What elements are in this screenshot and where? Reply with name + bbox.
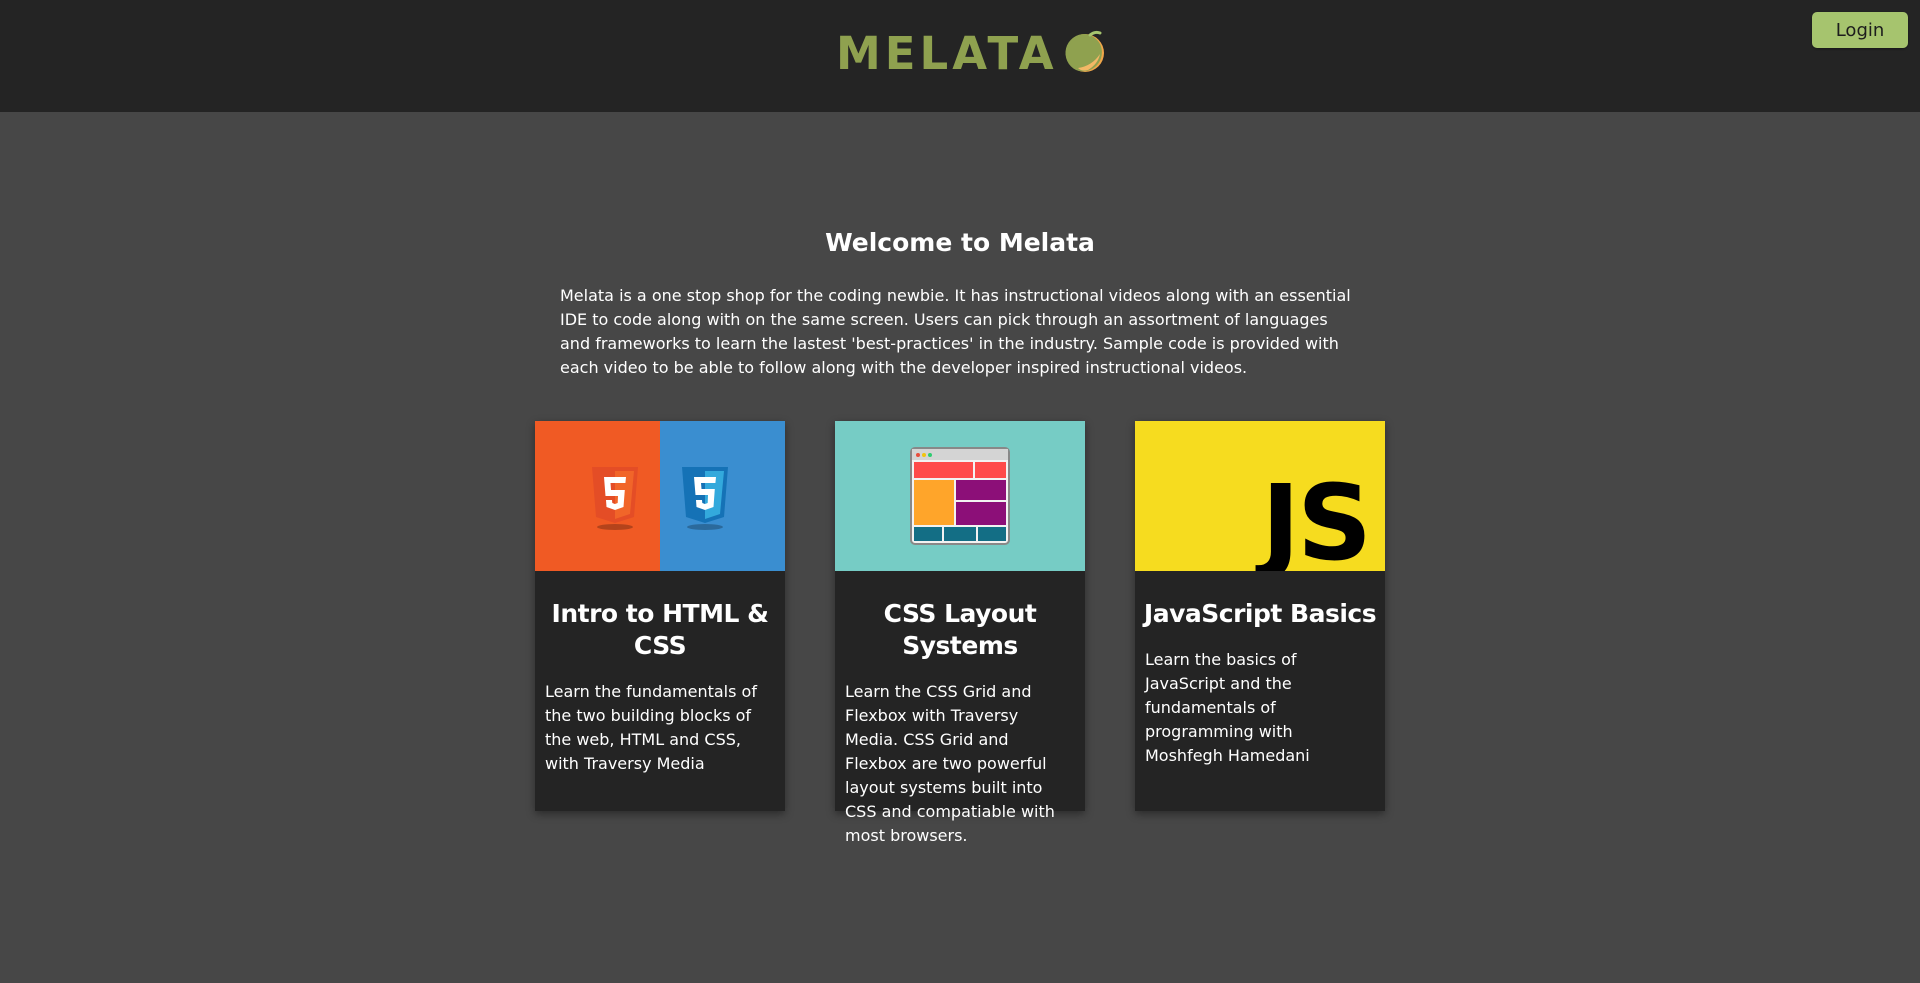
melata-logo[interactable]: MELATA	[836, 26, 1108, 82]
card-description: Learn the basics of JavaScript and the f…	[1145, 650, 1310, 765]
card-title: JavaScript Basics	[1143, 599, 1377, 628]
top-navbar: MELATA Login	[0, 0, 1920, 112]
css-layout-thumbnail	[835, 421, 1085, 571]
html5-icon	[592, 467, 638, 530]
layout-window-icon	[910, 447, 1010, 545]
page-title: Welcome to Melata	[825, 228, 1095, 257]
course-card-css-layout[interactable]: CSS Layout Systems Learn the CSS Grid an…	[835, 421, 1085, 845]
course-card-html-css[interactable]: Intro to HTML & CSS Learn the fundamenta…	[535, 421, 785, 811]
html-css-thumbnail	[535, 421, 785, 571]
intro-paragraph: Melata is a one stop shop for the coding…	[560, 286, 1351, 377]
melon-icon	[1065, 30, 1104, 72]
card-title: CSS Layout Systems	[883, 599, 1037, 660]
card-title: Intro to HTML & CSS	[551, 599, 769, 660]
card-description: Learn the CSS Grid and Flexbox with Trav…	[845, 682, 1055, 845]
js-thumbnail: JS	[1135, 421, 1385, 571]
css3-icon	[682, 467, 728, 530]
logo-text: MELATA	[836, 27, 1058, 80]
js-logo-text: JS	[1261, 462, 1372, 571]
course-card-javascript[interactable]: JS JavaScript Basics Learn the basics of…	[1135, 421, 1385, 811]
card-description: Learn the fundamentals of the two buildi…	[545, 682, 757, 773]
login-button[interactable]: Login	[1812, 12, 1908, 48]
